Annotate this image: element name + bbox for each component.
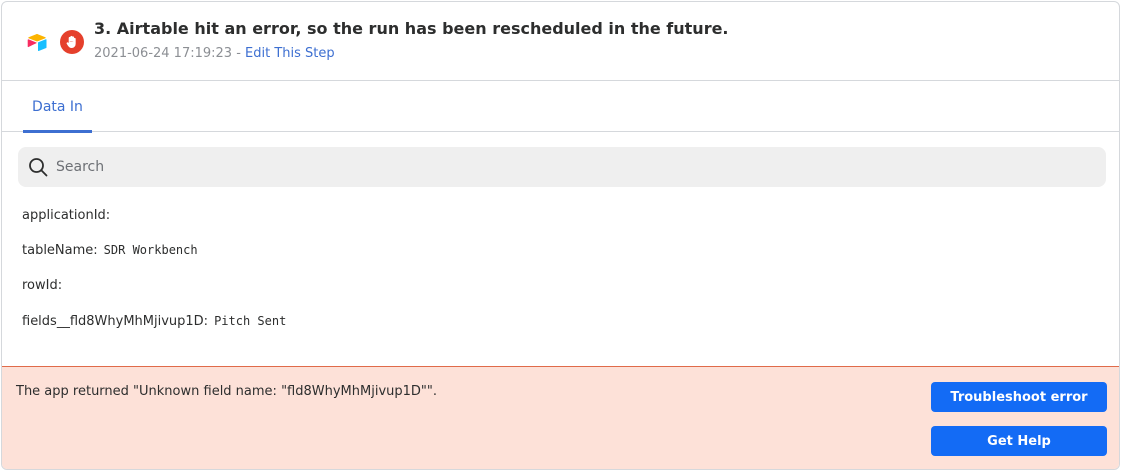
field-key: fields__fld8WhyMhMjivup1D: bbox=[22, 314, 209, 329]
field-row-table-name: tableName: SDR Workbench bbox=[22, 243, 198, 258]
airtable-icon bbox=[25, 31, 49, 55]
step-title: 3. Airtable hit an error, so the run has… bbox=[94, 19, 729, 38]
search-icon bbox=[28, 157, 48, 177]
search-box bbox=[18, 147, 1106, 187]
tab-bar: Data In bbox=[2, 81, 1119, 133]
field-value: Pitch Sent bbox=[214, 314, 287, 328]
tab-data-in[interactable]: Data In bbox=[23, 81, 92, 133]
edit-step-link[interactable]: Edit This Step bbox=[245, 46, 335, 61]
meta-separator: - bbox=[232, 46, 246, 61]
troubleshoot-error-button[interactable]: Troubleshoot error bbox=[931, 382, 1107, 412]
field-row-row-id: rowId: bbox=[22, 278, 68, 293]
field-row-application-id: applicationId: bbox=[22, 208, 116, 223]
get-help-button[interactable]: Get Help bbox=[931, 426, 1107, 456]
field-value: SDR Workbench bbox=[103, 243, 198, 257]
field-row-fields: fields__fld8WhyMhMjivup1D: Pitch Sent bbox=[22, 314, 286, 329]
error-banner: The app returned "Unknown field name: "f… bbox=[2, 366, 1119, 469]
error-message: The app returned "Unknown field name: "f… bbox=[16, 384, 437, 399]
step-meta: 2021-06-24 17:19:23 - Edit This Step bbox=[94, 46, 335, 61]
search-input[interactable] bbox=[56, 147, 1096, 187]
step-header: 3. Airtable hit an error, so the run has… bbox=[2, 2, 1119, 81]
step-timestamp: 2021-06-24 17:19:23 bbox=[94, 46, 233, 61]
field-key: rowId: bbox=[22, 278, 63, 293]
field-key: applicationId: bbox=[22, 208, 111, 223]
step-card: 3. Airtable hit an error, so the run has… bbox=[1, 1, 1120, 470]
field-key: tableName: bbox=[22, 243, 98, 258]
hand-stop-icon bbox=[60, 30, 84, 54]
